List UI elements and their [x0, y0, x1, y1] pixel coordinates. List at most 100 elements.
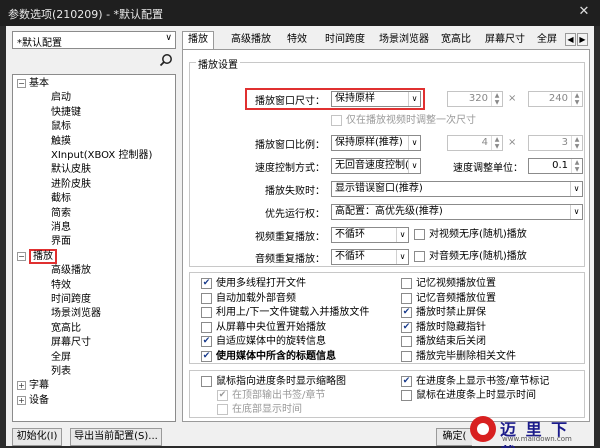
tree-item[interactable]: 宽高比	[51, 322, 81, 336]
tree-item[interactable]: 简索	[51, 207, 71, 221]
window-size-select[interactable]: 保持原样 ∨	[331, 91, 421, 107]
checkmark-icon: ✔	[401, 307, 412, 319]
spin-arrows-icon: ▲ ▼	[491, 136, 502, 150]
expand-icon[interactable]: +	[17, 395, 26, 405]
ratio-b-value: 3	[561, 137, 568, 148]
checkbox-label: 播放结束后关闭	[416, 336, 486, 348]
tab-1[interactable]: 高级播放	[226, 32, 276, 49]
search-icon[interactable]	[156, 53, 176, 71]
tree-item[interactable]: 进阶皮肤	[51, 178, 91, 192]
option-checkbox[interactable]: 鼠标在进度条上时显示时间	[401, 389, 536, 402]
fail-action-select[interactable]: 显示错误窗口(推荐) ∨	[331, 181, 583, 197]
option-checkbox[interactable]: 播放结束后关闭	[401, 335, 486, 348]
tab-scroll-right-icon[interactable]: ▶	[577, 33, 588, 46]
speed-unit-label: 速度调整单位：	[453, 163, 523, 174]
watermark-url: www.maiidown.com	[502, 435, 572, 443]
height-value: 240	[548, 93, 568, 104]
speed-unit-spin[interactable]: 0.1 ▲ ▼	[528, 158, 583, 174]
tree-item[interactable]: 默认皮肤	[51, 163, 91, 177]
option-checkbox[interactable]: ✔ 播放时禁止屏保	[401, 306, 486, 319]
option-checkbox[interactable]: 自动加载外部音频	[201, 292, 296, 305]
category-tree[interactable]: − 基本 启动 快捷键 鼠标触摸 XInput(XBOX 控制器) 默认皮肤进阶皮肤 截标 简索…	[12, 74, 176, 422]
tree-item[interactable]: 启动	[51, 91, 71, 105]
tree-item[interactable]: XInput(XBOX 控制器)	[51, 149, 152, 163]
expand-icon[interactable]: +	[17, 381, 26, 391]
tree-item[interactable]: 屏幕尺寸	[51, 336, 91, 350]
chevron-down-icon: ∨	[396, 250, 408, 264]
tab-7[interactable]: 全屏	[532, 32, 562, 49]
tree-item[interactable]: 快捷键	[51, 106, 81, 120]
tree-item[interactable]: 截标	[51, 192, 71, 206]
tab-3[interactable]: 时间跨度	[320, 32, 370, 49]
tree-item[interactable]: 鼠标	[51, 120, 71, 134]
close-icon[interactable]: ✕	[574, 3, 594, 21]
collapse-icon[interactable]: −	[17, 79, 26, 88]
ratio-a-spin[interactable]: 4 ▲ ▼	[447, 135, 503, 151]
tree-item[interactable]: 场景浏览器	[51, 307, 101, 321]
checkmark-icon: ✔	[401, 321, 412, 333]
checkbox-box	[201, 307, 212, 319]
window-width-spin[interactable]: 320 ▲ ▼	[447, 91, 503, 107]
checkbox-label: 使用多线程打开文件	[216, 278, 306, 289]
tree-item[interactable]: − 播放	[17, 248, 57, 264]
tab-2[interactable]: 特效	[282, 32, 312, 49]
only-when-video-checkbox[interactable]: 仅在播放视频时调整一次尺寸	[331, 114, 476, 127]
option-checkbox[interactable]: ✔ 播放时隐藏指针	[401, 321, 486, 334]
video-shuffle-checkbox[interactable]: 对视频无序(随机)播放	[414, 228, 527, 241]
tree-item[interactable]: 列表	[51, 365, 71, 379]
option-checkbox[interactable]: 利用上/下一文件键载入并播放文件	[201, 306, 369, 319]
tree-item-label: 界面	[51, 236, 71, 248]
audio-repeat-select[interactable]: 不循环 ∨	[331, 249, 409, 265]
option-checkbox[interactable]: ✔ 使用媒体中所含的标题信息	[201, 350, 336, 363]
tree-item[interactable]: 界面	[51, 235, 71, 249]
tree-item[interactable]: + 字幕	[17, 379, 49, 393]
tree-item-label: 简索	[51, 207, 71, 219]
checkbox-box	[201, 292, 212, 304]
option-checkbox[interactable]: 从屏幕中央位置开始播放	[201, 321, 326, 334]
checkbox-label: 自动加载外部音频	[216, 292, 296, 304]
option-checkbox[interactable]: ✔ 自适应媒体中的旋转信息	[201, 335, 326, 348]
checkbox-box	[331, 115, 342, 126]
tab-5[interactable]: 宽高比	[436, 32, 476, 49]
ratio-b-spin[interactable]: 3 ▲ ▼	[528, 135, 583, 151]
ratio-select[interactable]: 保持原样(推荐) ∨	[331, 135, 421, 151]
checkbox-label: 播放完毕删除相关文件	[416, 351, 516, 362]
option-checkbox[interactable]: 播放完毕删除相关文件	[401, 350, 516, 363]
option-checkbox[interactable]: 鼠标指向进度条时显示缩略图	[201, 375, 346, 388]
tree-item[interactable]: 触摸	[51, 135, 71, 149]
speed-control-select[interactable]: 无回音速度控制( ∨	[331, 158, 421, 174]
tree-item-label: 鼠标	[51, 121, 71, 133]
tree-item[interactable]: + 设备	[17, 394, 49, 408]
checkbox-label: 仅在播放视频时调整一次尺寸	[346, 115, 476, 126]
tab-scroll-left-icon[interactable]: ◀	[565, 33, 576, 46]
tree-item[interactable]: 时间跨度	[51, 293, 91, 307]
tab-6[interactable]: 屏幕尺寸	[480, 32, 530, 49]
tree-item-label: 默认皮肤	[51, 164, 91, 176]
option-checkbox[interactable]: ✔ 使用多线程打开文件	[201, 277, 306, 290]
window-height-spin[interactable]: 240 ▲ ▼	[528, 91, 583, 107]
tree-item[interactable]: − 基本	[17, 77, 49, 91]
tab-4[interactable]: 场景浏览器	[374, 32, 434, 49]
option-checkbox[interactable]: ✔ 在顶部输出书签/章节	[217, 389, 325, 402]
collapse-icon[interactable]: −	[17, 251, 26, 261]
audio-shuffle-checkbox[interactable]: 对音频无序(随机)播放	[414, 250, 527, 263]
times-sign: ×	[508, 93, 517, 104]
tree-item[interactable]: 特效	[51, 279, 71, 293]
tree-item[interactable]: 全屏	[51, 351, 71, 365]
preset-dropdown[interactable]: *默认配置 ∨	[12, 31, 176, 49]
option-checkbox[interactable]: 记忆视频播放位置	[401, 277, 496, 290]
option-checkbox[interactable]: 在底部显示时间	[217, 403, 302, 416]
tree-item-label: 高级播放	[51, 265, 91, 277]
tab-0[interactable]: 播放	[182, 31, 214, 50]
ok-button[interactable]: 确定(	[436, 428, 472, 446]
priority-select[interactable]: 高配置：高优先级(推荐) ∨	[331, 204, 583, 220]
tree-item[interactable]: 消息	[51, 221, 71, 235]
export-config-button[interactable]: 导出当前配置(S)...	[70, 428, 162, 446]
init-button[interactable]: 初始化(I)	[12, 428, 62, 446]
video-repeat-select[interactable]: 不循环 ∨	[331, 227, 409, 243]
option-checkbox[interactable]: 记忆音频播放位置	[401, 292, 496, 305]
tree-item[interactable]: 高级播放	[51, 264, 91, 278]
checkbox-box	[414, 229, 425, 240]
option-checkbox[interactable]: ✔ 在进度条上显示书签/章节标记	[401, 375, 549, 388]
chevron-down-icon: ∨	[570, 205, 582, 219]
